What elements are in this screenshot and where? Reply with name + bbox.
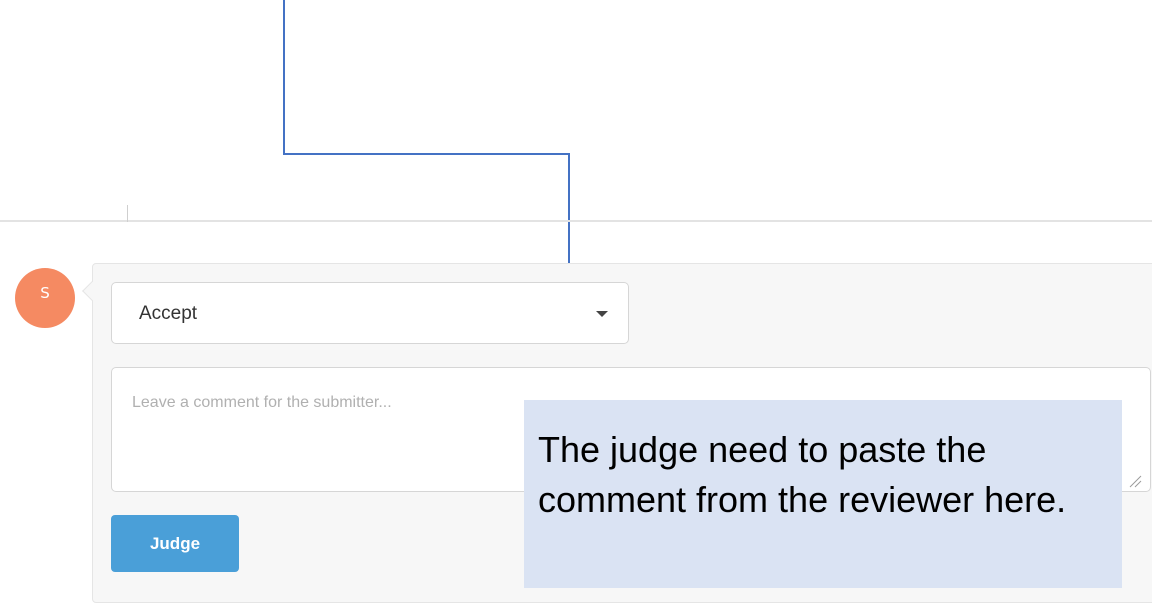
decision-select-value: Accept	[139, 303, 198, 324]
divider-tick	[127, 205, 128, 222]
comment-placeholder: Leave a comment for the submitter...	[132, 394, 392, 411]
avatar: S	[15, 268, 75, 328]
avatar-initial: S	[40, 284, 50, 302]
judge-button-label: Judge	[149, 533, 201, 553]
judge-button[interactable]: Judge	[111, 515, 239, 572]
decision-select[interactable]: Accept	[111, 282, 629, 344]
annotation-callout: The judge need to paste the comment from…	[524, 400, 1122, 588]
resize-handle-icon[interactable]	[1128, 474, 1142, 488]
chevron-down-icon	[596, 311, 608, 317]
annotation-text: The judge need to paste the comment from…	[538, 429, 1067, 520]
section-divider	[0, 220, 1152, 222]
